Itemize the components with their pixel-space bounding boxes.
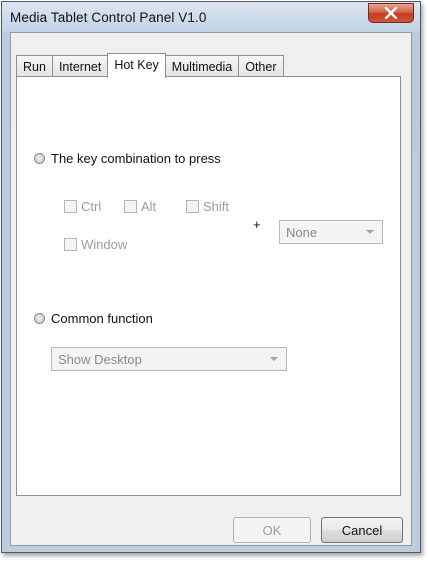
tab-other[interactable]: Other bbox=[238, 55, 284, 77]
tab-internet[interactable]: Internet bbox=[51, 55, 109, 77]
ctrl-option[interactable]: Ctrl bbox=[64, 199, 101, 214]
function-select-value: Show Desktop bbox=[58, 351, 142, 367]
chevron-down-icon bbox=[366, 230, 374, 234]
alt-checkbox[interactable] bbox=[124, 200, 137, 213]
window-label: Window bbox=[81, 237, 128, 252]
key-combination-option[interactable]: The key combination to press bbox=[34, 151, 221, 166]
ctrl-checkbox[interactable] bbox=[64, 200, 77, 213]
tab-run[interactable]: Run bbox=[16, 55, 53, 77]
common-function-option[interactable]: Common function bbox=[34, 311, 153, 326]
ctrl-label: Ctrl bbox=[81, 199, 102, 214]
window-checkbox[interactable] bbox=[64, 238, 77, 251]
window-title: Media Tablet Control Panel V1.0 bbox=[10, 10, 207, 25]
common-function-label: Common function bbox=[51, 311, 153, 326]
dialog-client-area: Run Internet Hot Key Multimedia Other Th… bbox=[10, 32, 412, 546]
dialog-window: Media Tablet Control Panel V1.0 Run Inte… bbox=[1, 1, 421, 553]
tab-hot-key[interactable]: Hot Key bbox=[107, 53, 166, 78]
title-bar[interactable]: Media Tablet Control Panel V1.0 bbox=[2, 2, 420, 32]
ok-button[interactable]: OK bbox=[233, 517, 311, 543]
chevron-down-icon bbox=[270, 357, 278, 361]
shift-checkbox[interactable] bbox=[186, 200, 199, 213]
key-combination-radio[interactable] bbox=[34, 153, 45, 164]
alt-label: Alt bbox=[141, 199, 157, 214]
function-select[interactable]: Show Desktop bbox=[51, 347, 287, 371]
close-icon bbox=[384, 7, 398, 19]
common-function-radio[interactable] bbox=[34, 313, 45, 324]
key-select[interactable]: None bbox=[279, 220, 383, 244]
key-select-value: None bbox=[286, 224, 318, 240]
tab-multimedia[interactable]: Multimedia bbox=[164, 55, 240, 77]
tab-strip: Run Internet Hot Key Multimedia Other bbox=[16, 53, 284, 78]
shift-label: Shift bbox=[203, 199, 230, 214]
alt-option[interactable]: Alt bbox=[124, 199, 156, 214]
hot-key-tab-page: The key combination to press Ctrl Alt Sh… bbox=[16, 76, 401, 496]
key-combination-label: The key combination to press bbox=[51, 151, 221, 166]
shift-option[interactable]: Shift bbox=[186, 199, 229, 214]
close-button[interactable] bbox=[368, 3, 414, 23]
plus-sign: + bbox=[253, 217, 261, 232]
cancel-button[interactable]: Cancel bbox=[321, 517, 403, 543]
window-option[interactable]: Window bbox=[64, 237, 127, 252]
